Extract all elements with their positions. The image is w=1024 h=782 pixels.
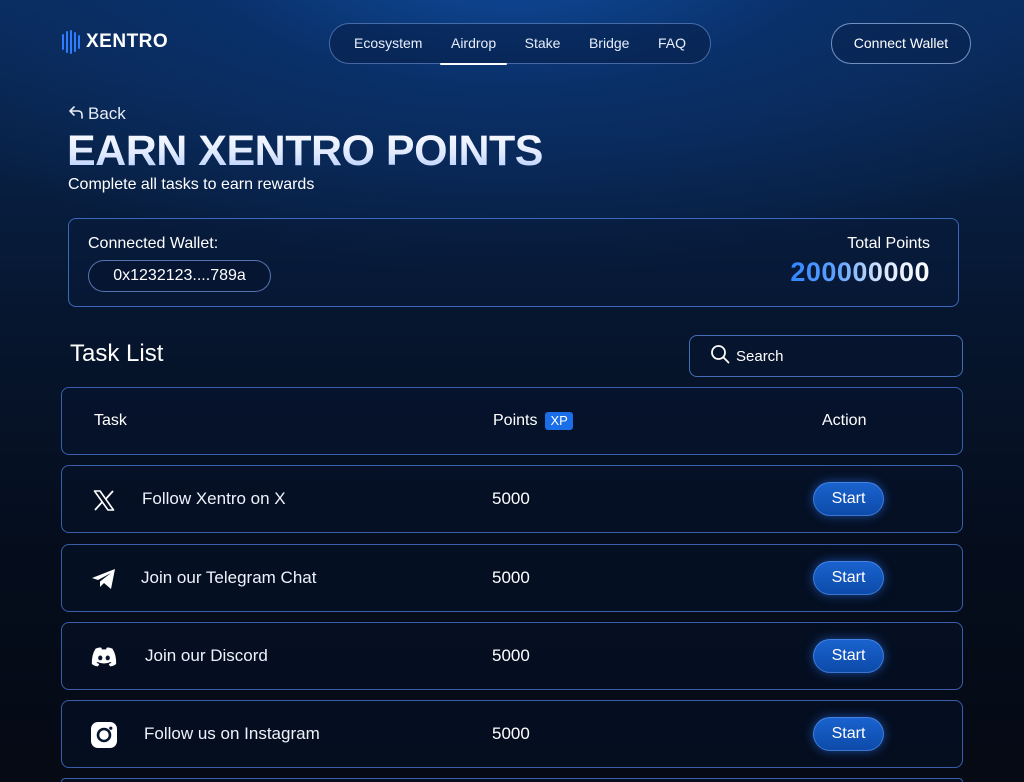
page-title: EARN XENTRO POINTS <box>67 127 544 175</box>
main-nav: Ecosystem Airdrop Stake Bridge FAQ <box>329 23 711 65</box>
nav-stake[interactable]: Stake <box>525 23 561 64</box>
task-label: Follow Xentro on X <box>142 489 286 508</box>
start-button[interactable]: Start <box>813 561 884 595</box>
task-label: Follow us on Instagram <box>144 724 320 743</box>
logo-mark-icon <box>62 30 80 54</box>
connect-wallet-button[interactable]: Connect Wallet <box>831 23 971 64</box>
back-arrow-icon <box>68 104 84 124</box>
column-task: Task <box>94 412 127 429</box>
task-points: 5000 <box>492 489 530 508</box>
start-button[interactable]: Start <box>813 482 884 516</box>
discord-icon <box>90 643 118 671</box>
task-points: 5000 <box>492 568 530 587</box>
nav-faq[interactable]: FAQ <box>658 23 686 64</box>
task-points: 5000 <box>492 646 530 665</box>
total-points-value: 200000000 <box>790 257 930 287</box>
task-list-title: Task List <box>70 340 164 367</box>
task-label: Join our Telegram Chat <box>141 568 317 587</box>
nav-ecosystem[interactable]: Ecosystem <box>354 23 422 64</box>
telegram-icon <box>90 565 118 593</box>
task-label: Join our Discord <box>145 646 268 665</box>
wallet-address[interactable]: 0x1232123....789a <box>88 260 271 292</box>
back-label: Back <box>88 104 126 123</box>
table-row: Follow Xentro on X 5000 Start <box>61 465 963 533</box>
column-points: Points XP <box>493 412 573 430</box>
search-input[interactable] <box>736 347 936 365</box>
instagram-icon <box>90 721 118 749</box>
table-header: Task Points XP Action <box>61 387 963 455</box>
task-points: 5000 <box>492 724 530 743</box>
wallet-card: Connected Wallet: 0x1232123....789a Tota… <box>68 218 959 307</box>
nav-bridge[interactable]: Bridge <box>589 23 629 64</box>
column-action: Action <box>822 412 867 429</box>
table-row <box>61 778 963 782</box>
table-row: Join our Telegram Chat 5000 Start <box>61 544 963 612</box>
x-icon <box>90 486 118 514</box>
table-row: Follow us on Instagram 5000 Start <box>61 700 963 768</box>
logo-text: XENTRO <box>86 31 169 52</box>
page-subtitle: Complete all tasks to earn rewards <box>68 176 315 193</box>
start-button[interactable]: Start <box>813 717 884 751</box>
start-button[interactable]: Start <box>813 639 884 673</box>
column-points-label: Points <box>493 412 538 429</box>
search-icon <box>710 344 730 369</box>
wallet-label: Connected Wallet: <box>88 235 219 252</box>
search-box[interactable] <box>689 335 963 377</box>
table-row: Join our Discord 5000 Start <box>61 622 963 690</box>
total-points-label: Total Points <box>847 235 930 252</box>
nav-airdrop[interactable]: Airdrop <box>439 23 508 65</box>
xp-badge: XP <box>545 412 573 430</box>
logo[interactable]: XENTRO <box>62 30 168 54</box>
back-link[interactable]: Back <box>68 104 126 124</box>
